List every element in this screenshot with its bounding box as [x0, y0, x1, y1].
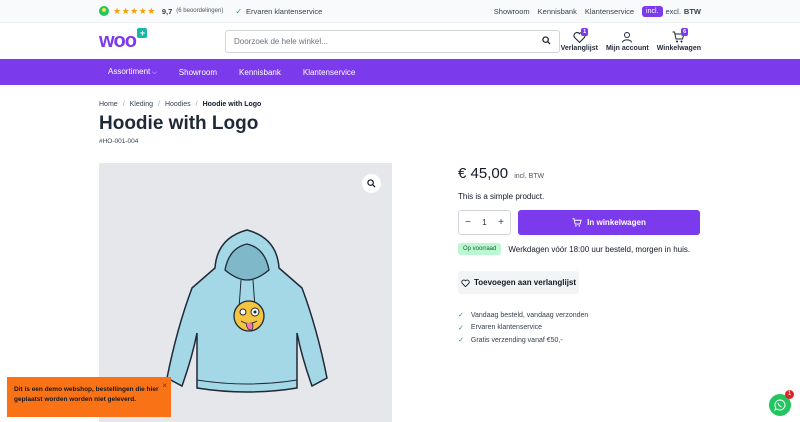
nav-item-label: Assortiment [108, 67, 151, 76]
whatsapp-button[interactable]: 1 [769, 390, 794, 416]
list-item: ✓ Gratis verzending vanaf €50,- [458, 334, 588, 347]
breadcrumb-home[interactable]: Home [99, 101, 118, 108]
tax-excl-option[interactable]: excl. [666, 7, 681, 16]
tax-toggle[interactable]: incl. excl. BTW [642, 5, 701, 17]
logo-plus-icon: + [137, 27, 147, 38]
breadcrumb-separator: / [158, 101, 160, 108]
price-tax-suffix: incl. BTW [514, 173, 545, 180]
stars-icon: ★★★★★ [113, 5, 156, 16]
hoodie-illustration [166, 229, 328, 393]
check-icon: ✓ [458, 324, 464, 332]
logo-text: woo [99, 29, 137, 52]
rating-block[interactable]: ★★★★★ 9,7 (6 beoordelingen) ✓ Ervaren kl… [99, 6, 322, 17]
add-to-cart-button[interactable]: In winkelwagen [518, 210, 700, 235]
site-header: woo + 1 Verlanglijst Mijn account 6 Wi [0, 23, 800, 59]
usp-list: ✓ Vandaag besteld, vandaag verzonden ✓ Erv… [458, 309, 588, 347]
nav-item-klantenservice[interactable]: Klantenservice [303, 68, 355, 77]
check-icon: ✓ [458, 312, 464, 320]
breadcrumb-separator: / [122, 101, 125, 108]
zoom-icon[interactable] [362, 174, 381, 193]
product-sku: #HO-001-004 [99, 138, 139, 145]
plus-icon[interactable]: + [496, 217, 506, 228]
add-to-wishlist-button[interactable]: Toevoegen aan verlanglijst [458, 271, 579, 294]
account-link[interactable]: Mijn account [606, 31, 649, 52]
heart-icon [461, 279, 470, 287]
tax-label: BTW [683, 6, 701, 16]
chevron-down-icon: ⌵ [152, 70, 157, 76]
price-value: € 45,00 [458, 165, 509, 182]
user-icon [621, 31, 633, 45]
search-bar [225, 29, 560, 53]
stock-row: Op voorraad Werkdagen vóór 18:00 uur bes… [458, 243, 690, 255]
topbar-link-kennisbank[interactable]: Kennisbank [538, 7, 577, 16]
breadcrumb-kleding[interactable]: Kleding [130, 101, 153, 108]
cart-label: Winkelwagen [656, 44, 701, 52]
list-item: ✓ Ervaren klantenservice [458, 322, 588, 335]
breadcrumb-current: Hoodie with Logo [202, 101, 262, 108]
stock-badge: Op voorraad [458, 243, 502, 255]
wishlist-label: Verlanglijst [560, 44, 598, 52]
cart-icon [572, 218, 582, 227]
close-icon[interactable]: × [162, 381, 167, 391]
add-to-cart-label: In winkelwagen [587, 218, 646, 227]
breadcrumb-separator: / [195, 101, 198, 108]
page-title: Hoodie with Logo [99, 113, 259, 134]
short-description: This is a simple product. [458, 192, 545, 201]
review-count: (6 beoordelingen) [176, 8, 224, 14]
usp-text: Vandaag besteld, vandaag verzonden [470, 311, 589, 319]
top-bar: ★★★★★ 9,7 (6 beoordelingen) ✓ Ervaren kl… [0, 0, 800, 23]
account-label: Mijn account [605, 44, 649, 52]
quantity-stepper[interactable]: − 1 + [458, 210, 511, 235]
quantity-value[interactable]: 1 [482, 218, 486, 227]
demo-notice-text: Dit is een demo webshop, bestellingen di… [14, 386, 159, 403]
check-icon: ✓ [235, 6, 243, 16]
product-price: € 45,00 incl. BTW [458, 165, 544, 182]
search-input[interactable] [234, 36, 542, 46]
wishlist-count-badge: 1 [581, 27, 589, 36]
list-item: ✓ Vandaag besteld, vandaag verzonden [458, 309, 588, 322]
demo-notice: Dit is een demo webshop, bestellingen di… [7, 377, 171, 417]
whatsapp-icon [774, 399, 786, 411]
breadcrumb: Home / Kleding / Hoodies / Hoodie with L… [99, 101, 261, 108]
rating-score: 9,7 [161, 6, 173, 16]
nav-item-showroom[interactable]: Showroom [179, 68, 217, 77]
service-text: Ervaren klantenservice [246, 6, 323, 16]
usp-text: Gratis verzending vanaf €50,- [470, 336, 563, 344]
review-logo-icon [99, 6, 109, 16]
search-icon[interactable] [542, 35, 551, 47]
topbar-link-klantenservice[interactable]: Klantenservice [585, 7, 634, 16]
nav-item-kennisbank[interactable]: Kennisbank [239, 68, 281, 77]
nav-item-assortiment[interactable]: Assortiment ⌵ [108, 67, 157, 77]
breadcrumb-hoodies[interactable]: Hoodies [165, 101, 191, 108]
wishlist-link[interactable]: 1 Verlanglijst [560, 27, 598, 52]
tax-incl-option[interactable]: incl. [642, 5, 663, 17]
cart-link[interactable]: 6 Winkelwagen [656, 27, 701, 52]
main-nav: Assortiment ⌵ Showroom Kennisbank Klanten… [0, 59, 800, 85]
topbar-link-showroom[interactable]: Showroom [494, 7, 530, 16]
usp-text: Ervaren klantenservice [470, 324, 543, 332]
delivery-text: Werkdagen vóór 18:00 uur besteld, morgen… [508, 244, 691, 254]
minus-icon[interactable]: − [463, 217, 473, 228]
cart-count-badge: 6 [681, 27, 689, 36]
wishlist-button-label: Toevoegen aan verlanglijst [473, 278, 577, 287]
whatsapp-badge: 1 [785, 390, 794, 399]
site-logo[interactable]: woo + [99, 27, 225, 53]
check-icon: ✓ [458, 337, 464, 345]
